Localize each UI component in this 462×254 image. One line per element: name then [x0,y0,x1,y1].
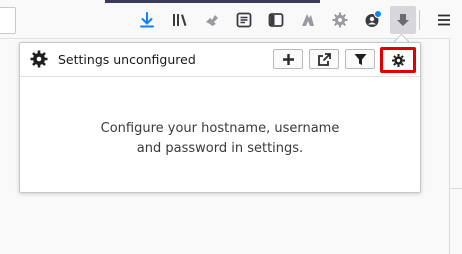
popup-title: Settings unconfigured [58,52,196,67]
reader-button[interactable] [233,9,255,31]
side-panel-edge [449,38,462,254]
message-line-2: and password in settings. [136,141,304,156]
menu-icon [438,14,450,26]
add-icon [282,53,294,65]
extension-active-icon [397,14,409,26]
gear-icon [30,50,48,68]
puzzle-extension-icon [206,15,218,26]
reader-icon [236,12,252,28]
extension-puzzle-button[interactable] [201,9,223,31]
library-button[interactable] [169,9,191,31]
popup-body: Configure your hostname, username and pa… [20,77,420,191]
popup-header: Settings unconfigured [20,43,420,77]
open-external-button[interactable] [309,49,339,69]
url-bar[interactable] [0,7,16,34]
extension-popup: Settings unconfigured Configure your hos… [19,42,421,193]
sidebar-icon [268,13,284,27]
settings-icon [391,53,405,67]
extension-gear-button[interactable] [329,9,351,31]
filter-icon [354,53,366,65]
extension-active-button[interactable] [390,6,416,34]
browser-toolbar [0,0,462,39]
sidebar-button[interactable] [265,9,287,31]
menu-button[interactable] [433,9,455,31]
open-external-icon [317,52,331,66]
extension-a-icon [302,14,314,26]
filter-button[interactable] [345,49,375,69]
notification-dot [374,10,382,18]
unconfigured-message: Configure your hostname, username and pa… [101,119,340,159]
message-line-1: Configure your hostname, username [100,121,340,136]
library-icon [173,14,187,26]
extension-gear-icon [332,12,348,28]
title-strip [105,0,320,3]
extension-badge-button[interactable] [361,9,383,31]
settings-button[interactable] [380,47,416,73]
downloads-button[interactable] [136,9,158,31]
toolbar-separator [419,10,420,30]
extension-a-button[interactable] [297,9,319,31]
add-button[interactable] [273,49,303,69]
download-arrow-icon [140,12,154,28]
